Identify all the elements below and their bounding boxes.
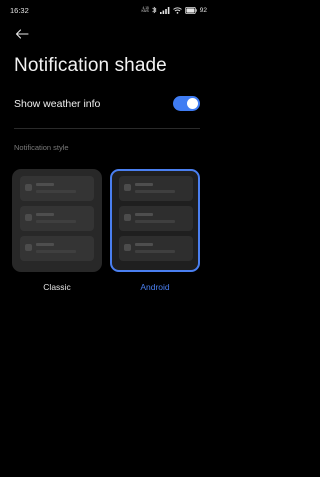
preview-text-line	[36, 220, 76, 223]
preview-text-line	[36, 190, 76, 193]
preview-title-line	[135, 243, 153, 246]
toggle-knob	[187, 98, 198, 109]
preview-text-line	[135, 250, 175, 253]
section-label-notification-style: Notification style	[14, 143, 69, 152]
weather-toggle[interactable]	[173, 96, 200, 111]
preview-app-icon	[124, 184, 131, 191]
preview-app-icon	[25, 244, 32, 251]
style-label-classic[interactable]: Classic	[12, 282, 102, 292]
divider	[14, 128, 200, 129]
preview-app-icon	[124, 214, 131, 221]
preview-notification-row	[20, 176, 94, 201]
wifi-icon	[172, 6, 182, 14]
style-label-android[interactable]: Android	[110, 282, 200, 292]
battery-level: 92	[199, 6, 207, 14]
weather-setting-label: Show weather info	[14, 98, 101, 110]
preview-notification-row	[119, 236, 193, 261]
style-card-classic[interactable]	[12, 169, 102, 272]
preview-app-icon	[124, 244, 131, 251]
preview-title-line	[36, 243, 54, 246]
page-title: Notification shade	[14, 55, 167, 76]
preview-text-line	[135, 190, 175, 193]
preview-notification-row	[119, 206, 193, 231]
style-card-android[interactable]	[110, 169, 200, 272]
preview-app-icon	[25, 184, 32, 191]
preview-title-line	[135, 213, 153, 216]
preview-text-line	[36, 250, 76, 253]
signal-icon	[159, 6, 170, 14]
network-speed-unit: KB/S	[141, 9, 149, 13]
preview-title-line	[135, 183, 153, 186]
preview-app-icon	[25, 214, 32, 221]
status-bar: 16:32 4.15 KB/S 92	[0, 0, 215, 22]
back-arrow-icon	[15, 29, 29, 39]
bluetooth-icon	[152, 6, 157, 14]
status-time: 16:32	[10, 6, 29, 15]
preview-notification-row	[20, 236, 94, 261]
preview-title-line	[36, 183, 54, 186]
weather-setting-row[interactable]: Show weather info	[14, 90, 202, 118]
status-icons: 4.15 KB/S 92	[141, 5, 207, 15]
preview-title-line	[36, 213, 54, 216]
back-button[interactable]	[12, 26, 32, 42]
battery-icon	[184, 6, 197, 14]
preview-notification-row	[119, 176, 193, 201]
preview-text-line	[135, 220, 175, 223]
preview-notification-row	[20, 206, 94, 231]
network-speed: 4.15 KB/S	[141, 6, 149, 14]
